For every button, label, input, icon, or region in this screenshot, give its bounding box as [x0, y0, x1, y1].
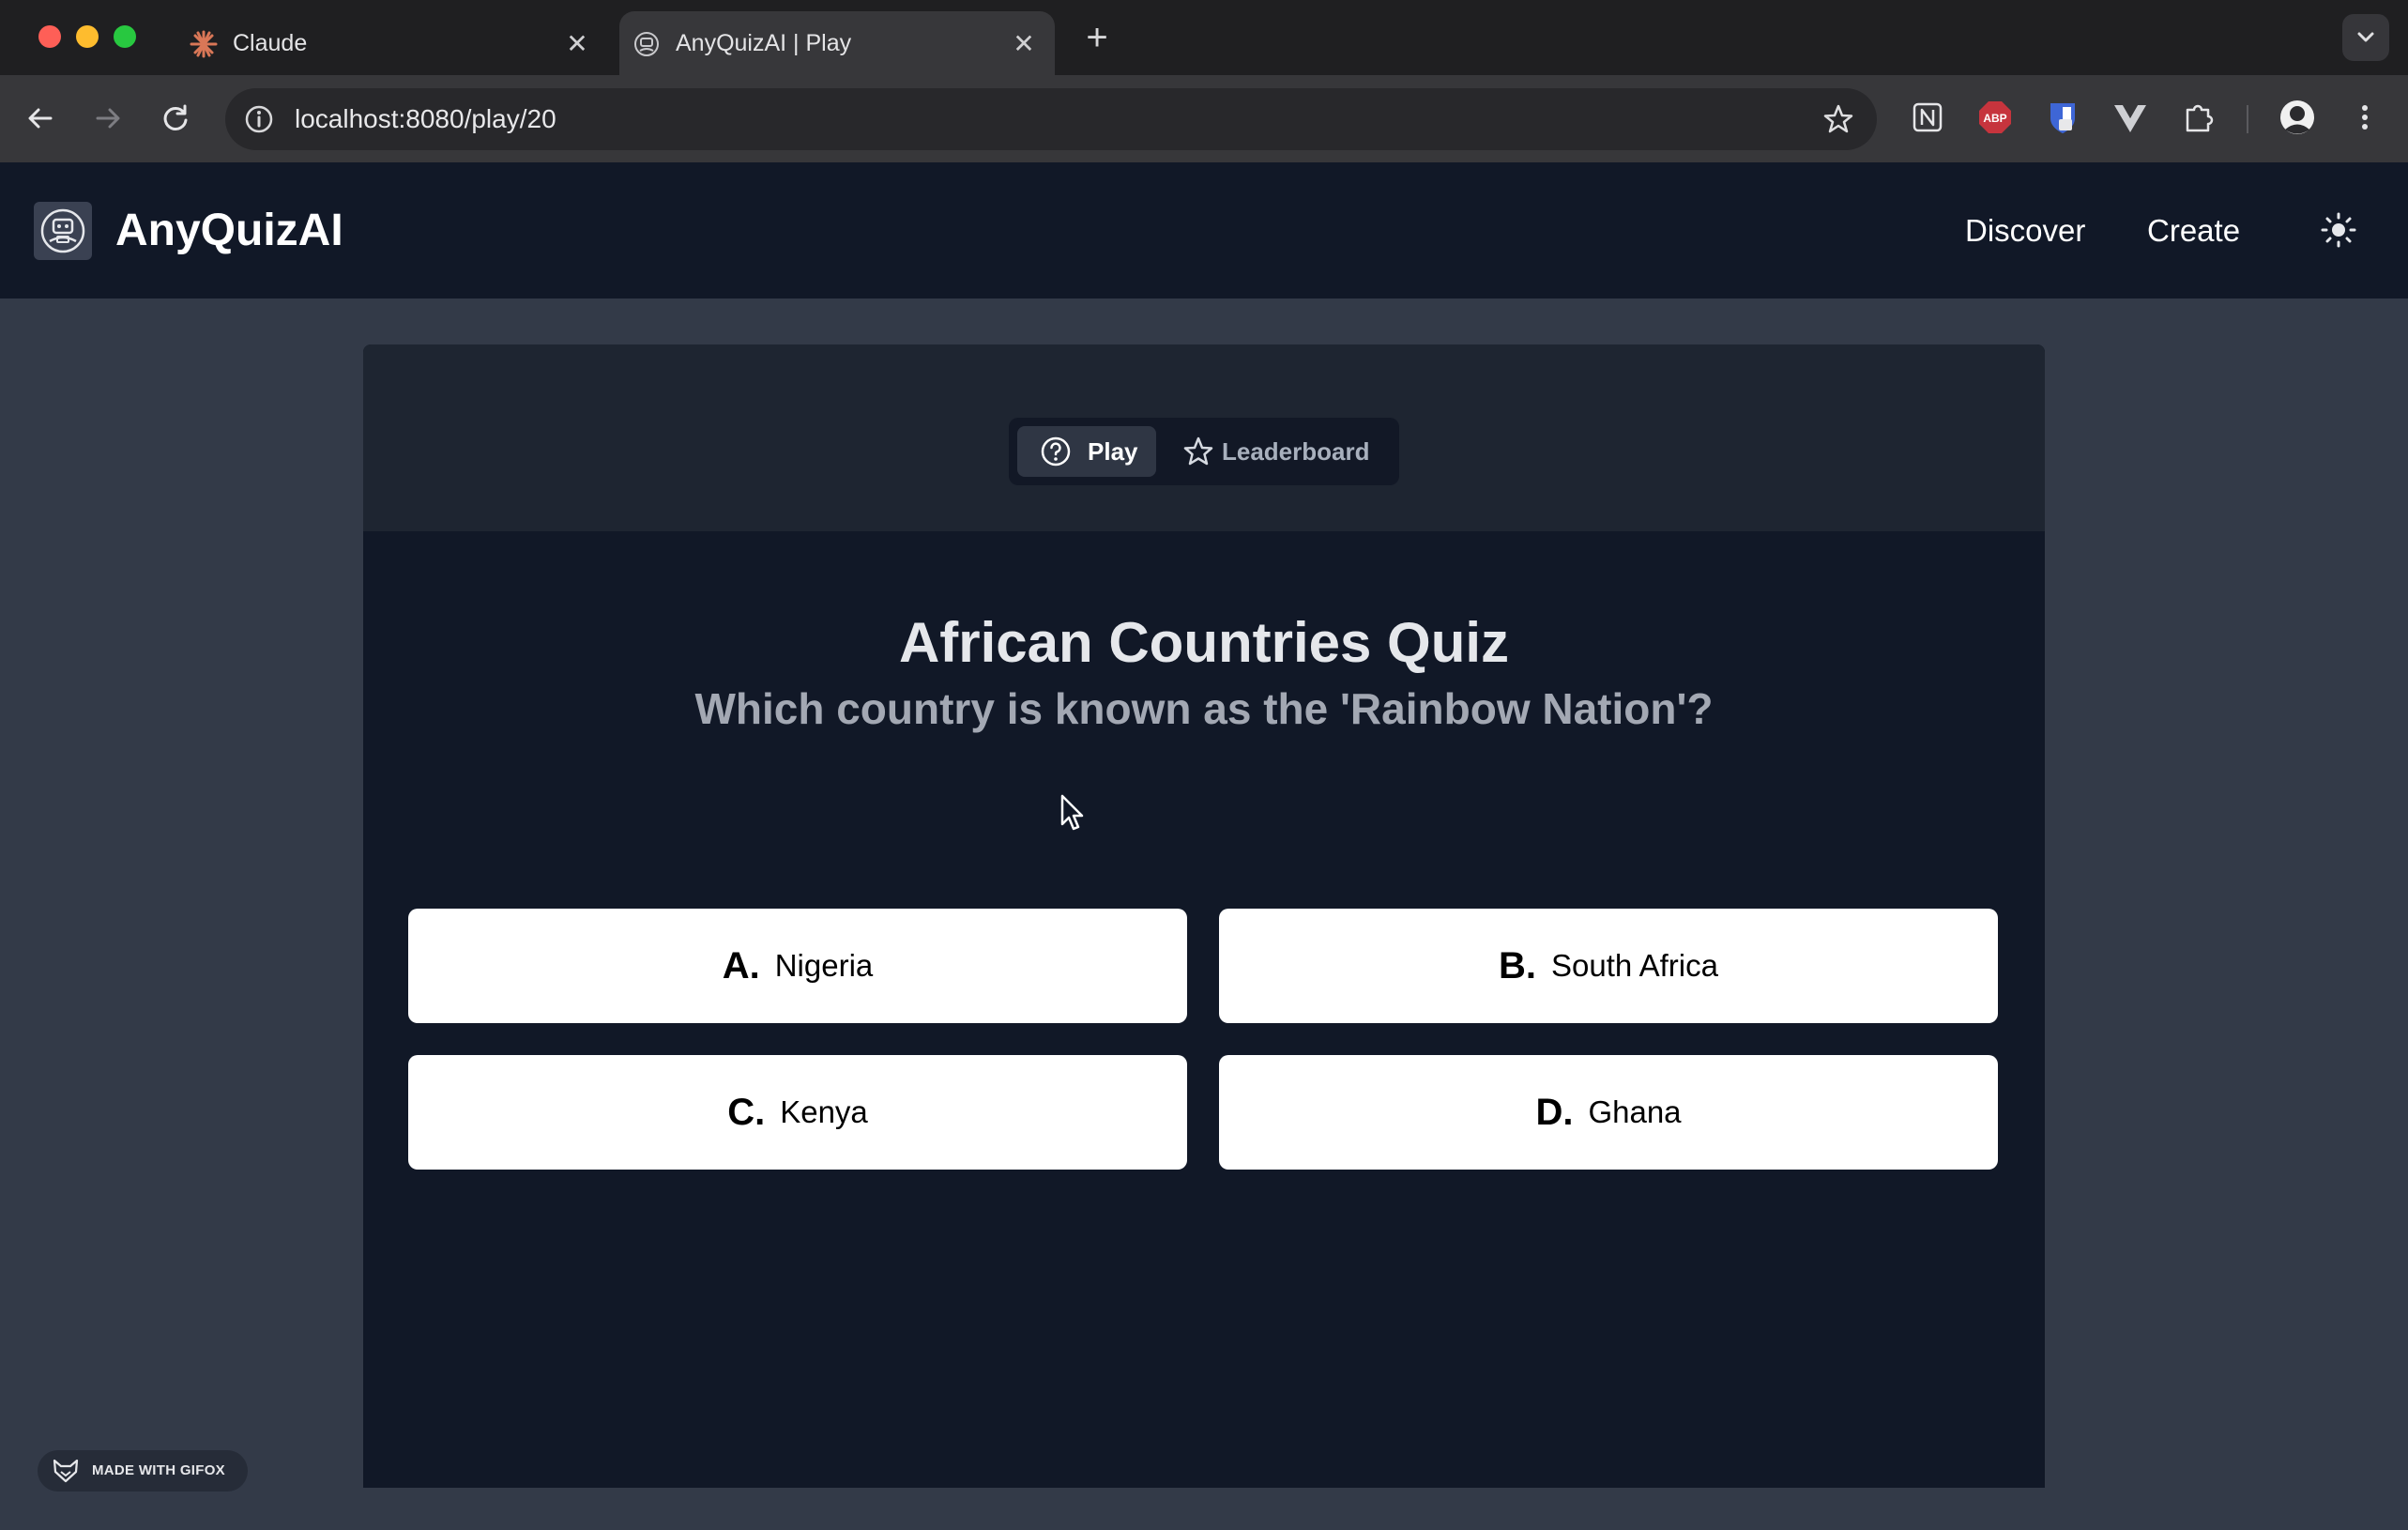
- answer-option-a[interactable]: A. Nigeria: [408, 909, 1187, 1023]
- svg-text:ABP: ABP: [1983, 112, 2006, 125]
- answer-option-b[interactable]: B. South Africa: [1219, 909, 1998, 1023]
- nav-create-link[interactable]: Create: [2147, 209, 2240, 252]
- logo[interactable]: [34, 202, 92, 260]
- tab-leaderboard[interactable]: Leaderboard: [1173, 426, 1391, 477]
- question-text: Which country is known as the 'Rainbow N…: [694, 684, 1714, 733]
- quiz-card: Play Leaderboard African Countries Quiz …: [363, 344, 2045, 1488]
- question-circle-icon: [1041, 436, 1071, 467]
- reload-icon[interactable]: [154, 97, 197, 140]
- answer-text: Nigeria: [774, 948, 874, 983]
- watermark-text: MADE WITH GIFOX: [92, 1462, 225, 1478]
- app-header: AnyQuizAI Discover Create: [0, 162, 2408, 298]
- tab-title: AnyQuizAI | Play: [676, 30, 852, 56]
- tab-title: Claude: [233, 30, 308, 56]
- tab-play[interactable]: Play: [1017, 426, 1156, 477]
- notion-icon[interactable]: [1909, 99, 1946, 136]
- star-icon: [1183, 436, 1213, 466]
- site-info-icon[interactable]: [242, 102, 276, 136]
- answer-letter: D.: [1535, 1092, 1574, 1133]
- answer-letter: A.: [722, 945, 760, 987]
- browser-toolbar: localhost:8080/play/20 ABP: [0, 75, 2408, 162]
- tab-anyquizai-play[interactable]: AnyQuizAI | Play ✕: [619, 11, 1055, 75]
- bitwarden-icon[interactable]: [2044, 99, 2081, 136]
- tab-claude[interactable]: Claude ✕: [176, 11, 608, 75]
- answer-text: Ghana: [1588, 1094, 1682, 1129]
- bookmark-star-icon[interactable]: [1821, 101, 1856, 137]
- gifox-watermark: MADE WITH GIFOX: [38, 1450, 248, 1492]
- claude-icon: [190, 30, 218, 58]
- tab-play-label: Play: [1088, 437, 1138, 466]
- robot-logo-icon: [40, 208, 85, 253]
- puzzle-icon[interactable]: [2179, 99, 2217, 136]
- mouse-cursor-icon: [1060, 794, 1084, 831]
- profile-avatar[interactable]: [2278, 99, 2316, 136]
- answer-letter: B.: [1499, 945, 1537, 987]
- sun-icon[interactable]: [2318, 209, 2359, 251]
- answer-text: Kenya: [780, 1094, 868, 1129]
- window-zoom-button[interactable]: [114, 25, 136, 48]
- window-minimize-button[interactable]: [76, 25, 99, 48]
- browser-tab-strip: Claude ✕ AnyQuizAI | Play ✕ +: [0, 0, 2408, 75]
- address-url[interactable]: localhost:8080/play/20: [295, 100, 556, 138]
- card-header: Play Leaderboard: [363, 344, 2045, 531]
- tab-close-icon[interactable]: ✕: [1008, 28, 1040, 60]
- vue-devtools-icon[interactable]: [2111, 99, 2149, 136]
- brand-name[interactable]: AnyQuizAI: [115, 204, 343, 258]
- tab-leaderboard-label: Leaderboard: [1222, 437, 1370, 466]
- mode-toggle: Play Leaderboard: [1009, 418, 1399, 485]
- chevron-down-icon: [2357, 32, 2374, 42]
- forward-arrow-icon[interactable]: [86, 97, 130, 140]
- address-bar[interactable]: localhost:8080/play/20: [225, 88, 1877, 150]
- quiz-title: African Countries Quiz: [898, 611, 1510, 675]
- fox-icon: [53, 1459, 79, 1483]
- answer-option-c[interactable]: C. Kenya: [408, 1055, 1187, 1170]
- more-menu-icon[interactable]: [2346, 99, 2384, 136]
- answer-letter: C.: [727, 1092, 766, 1133]
- back-arrow-icon[interactable]: [19, 97, 62, 140]
- anyquiz-icon: [634, 32, 659, 56]
- nav-discover-link[interactable]: Discover: [1965, 209, 2085, 252]
- toolbar-separator: [2247, 105, 2248, 133]
- answer-option-d[interactable]: D. Ghana: [1219, 1055, 1998, 1170]
- tab-close-icon[interactable]: ✕: [561, 28, 593, 60]
- new-tab-button[interactable]: +: [1075, 17, 1119, 60]
- window-close-button[interactable]: [38, 25, 61, 48]
- adblock-plus-icon[interactable]: ABP: [1976, 99, 2014, 136]
- answer-text: South Africa: [1551, 948, 1718, 983]
- tab-search-button[interactable]: [2342, 14, 2389, 61]
